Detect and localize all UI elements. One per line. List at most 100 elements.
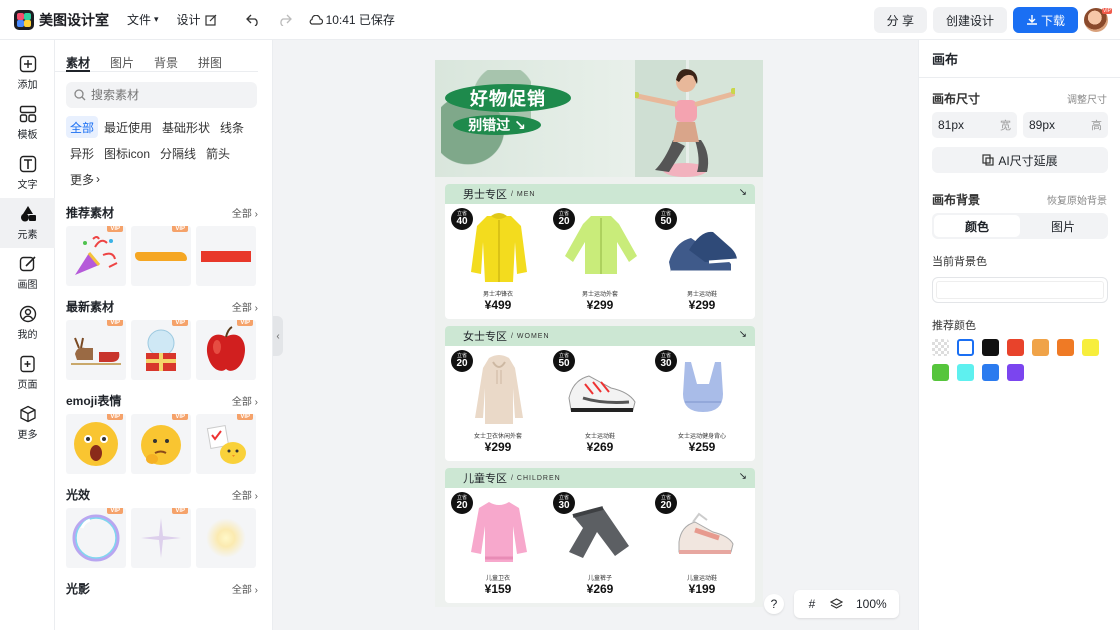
swatch-green[interactable] (932, 364, 949, 381)
undo-icon[interactable] (243, 10, 263, 30)
asset-bubble[interactable]: VIP (66, 508, 126, 568)
text-icon (19, 155, 36, 173)
section-women[interactable]: 女士专区 / WOMEN ↘ 立省 20 女士卫衣休闲外套 ¥299 立省 50 女… (445, 326, 755, 461)
swatch-white[interactable] (957, 339, 974, 356)
product-card[interactable]: 立省 20 男士运动外套 ¥299 (549, 204, 651, 317)
chip-all[interactable]: 全部 (66, 116, 99, 138)
tab-images[interactable]: 图片 (110, 54, 134, 72)
product-card[interactable]: 立省 20 儿童卫衣 ¥159 (447, 488, 549, 601)
white-shoes-image (568, 375, 636, 412)
vip-badge: VIP (107, 320, 123, 326)
fitness-woman-image (635, 69, 735, 177)
asset-snow-globe-gift[interactable]: VIP (131, 320, 191, 380)
product-card[interactable]: 立省 30 儿童裤子 ¥269 (549, 488, 651, 601)
chip-arrows[interactable]: 箭头 (202, 142, 234, 164)
banner[interactable]: 好物促销 别错过 ↘ (435, 60, 763, 177)
swatch-cyan[interactable] (957, 364, 974, 381)
nav-page[interactable]: 页面 (0, 348, 55, 398)
nav-text[interactable]: 文字 (0, 148, 55, 198)
chip-recent[interactable]: 最近使用 (100, 116, 156, 138)
section-men[interactable]: 男士专区 / MEN ↘ 立省 40 男士冲锋衣 ¥499 立省 20 男士运动外套… (445, 184, 755, 319)
see-all-link[interactable]: 全部 › (232, 393, 258, 408)
plus-square-icon (19, 55, 36, 73)
see-all-link[interactable]: 全部 › (232, 487, 258, 502)
height-field[interactable]: 89px 高 (1023, 112, 1108, 138)
ai-extend-button[interactable]: AI尺寸延展 (932, 147, 1108, 173)
product-card[interactable]: 立省 20 儿童运动鞋 ¥199 (651, 488, 753, 601)
create-design-button[interactable]: 创建设计 (932, 7, 1007, 33)
width-field[interactable]: 81px 宽 (932, 112, 1017, 138)
share-button[interactable]: 分 享 (873, 7, 927, 33)
product-card[interactable]: 立省 40 男士冲锋衣 ¥499 (447, 204, 549, 317)
search-box (66, 82, 257, 108)
avatar[interactable]: VIP (1084, 8, 1112, 32)
asset-apple[interactable]: VIP (196, 320, 256, 380)
vip-badge: VIP (172, 414, 188, 420)
file-menu[interactable]: 文件 ▾ (127, 11, 159, 28)
tab-backgrounds[interactable]: 背景 (154, 54, 178, 72)
swatch-black[interactable] (982, 339, 999, 356)
see-all-link[interactable]: 全部 › (232, 299, 258, 314)
section-children[interactable]: 儿童专区 / CHILDREN ↘ 立省 20 儿童卫衣 ¥159 立省 30 儿童… (445, 468, 755, 603)
nav-draw[interactable]: 画图 (0, 248, 55, 298)
section-header: 推荐素材 全部 › (55, 204, 272, 220)
asset-red-bar[interactable] (196, 226, 256, 286)
tab-materials[interactable]: 素材 (66, 54, 91, 72)
product-name: 男士冲锋衣 (482, 292, 513, 298)
nav-add[interactable]: 添加 (0, 48, 55, 98)
nav-template[interactable]: 模板 (0, 98, 55, 148)
product-card[interactable]: 立省 30 女士运动健身背心 ¥259 (651, 346, 753, 459)
asset-glow[interactable] (196, 508, 256, 568)
asset-reindeer-sleigh[interactable]: VIP (66, 320, 126, 380)
top-bar: 美图设计室 文件 ▾ 设计 10:41 已保存 分 享 创建设计 下载 VIP (0, 0, 1120, 40)
swatch-red[interactable] (1007, 339, 1024, 356)
zoom-level[interactable]: 100% (856, 597, 893, 611)
chip-irregular[interactable]: 异形 (66, 142, 98, 164)
asset-scared-emoji[interactable]: VIP (66, 414, 126, 474)
swatch-orange[interactable] (1057, 339, 1074, 356)
swatch-purple[interactable] (1007, 364, 1024, 381)
tab-collage[interactable]: 拼图 (198, 54, 222, 72)
swatch-yellow[interactable] (1082, 339, 1099, 356)
grid-icon[interactable]: # (800, 597, 824, 611)
layers-icon[interactable] (824, 597, 848, 611)
redo-icon[interactable] (275, 10, 295, 30)
collapse-panel-button[interactable]: ‹ (273, 316, 283, 356)
adjust-size-link[interactable]: 调整尺寸 (1067, 91, 1107, 106)
asset-thinking-emoji[interactable]: VIP (131, 414, 191, 474)
product-card[interactable]: 立省 20 女士卫衣休闲外套 ¥299 (447, 346, 549, 459)
product-card[interactable]: 立省 50 男士运动鞋 ¥299 (651, 204, 753, 317)
restore-bg-link[interactable]: 恢复原始背景 (1047, 192, 1107, 207)
chip-dividers[interactable]: 分隔线 (156, 142, 200, 164)
swatch-blue[interactable] (982, 364, 999, 381)
swatch-transparent[interactable] (932, 339, 949, 356)
chip-lines[interactable]: 线条 (216, 116, 248, 138)
design-menu[interactable]: 设计 (177, 11, 217, 28)
bg-image-option[interactable]: 图片 (1020, 215, 1106, 237)
see-all-link[interactable]: 全部 › (232, 581, 258, 596)
download-button[interactable]: 下载 (1012, 7, 1078, 33)
asset-party-popper[interactable]: VIP (66, 226, 126, 286)
see-all-link[interactable]: 全部 › (232, 205, 258, 220)
section-header: 最新素材 全部 › (55, 298, 272, 314)
section-subtitle: / CHILDREN (511, 474, 561, 482)
search-input[interactable] (91, 88, 241, 102)
nav-mine[interactable]: 我的 (0, 298, 55, 348)
chip-icons[interactable]: 图标icon (100, 142, 154, 164)
bg-color-option[interactable]: 颜色 (934, 215, 1020, 237)
swatch-light-orange[interactable] (1032, 339, 1049, 356)
discount-badge: 立省 20 (655, 492, 677, 514)
current-bg-color[interactable] (932, 277, 1108, 303)
nav-more[interactable]: 更多 (0, 398, 55, 448)
app-logo[interactable]: 美图设计室 (14, 9, 109, 30)
badge-number: 40 (456, 215, 468, 227)
chip-more[interactable]: 更多 › (66, 168, 104, 190)
asset-sparkle[interactable]: VIP (131, 508, 191, 568)
chip-basic-shapes[interactable]: 基础形状 (158, 116, 214, 138)
help-button[interactable]: ? (764, 594, 784, 614)
product-card[interactable]: 立省 50 女士运动鞋 ¥269 (549, 346, 651, 459)
asset-brush-stroke[interactable]: VIP (131, 226, 191, 286)
asset-chick-emoji[interactable]: VIP (196, 414, 256, 474)
nav-elements[interactable]: 元素 (0, 198, 55, 248)
design-canvas[interactable]: 好物促销 别错过 ↘ 男士专区 / MEN ↘ 立省 40 男士冲锋衣 ¥499… (435, 60, 763, 607)
